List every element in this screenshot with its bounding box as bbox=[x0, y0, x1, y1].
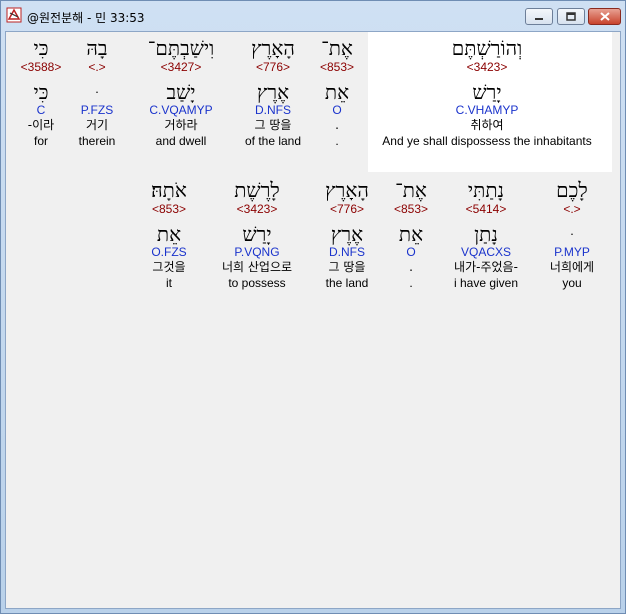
english-gloss: you bbox=[562, 276, 582, 290]
english-gloss: to possess bbox=[228, 276, 286, 290]
korean-gloss: 거하라 bbox=[164, 118, 198, 132]
parse-code: D.NFS bbox=[329, 245, 365, 259]
hebrew-word: כִּי bbox=[33, 36, 49, 60]
strong-number: <3423> bbox=[466, 60, 508, 74]
korean-gloss: . bbox=[335, 118, 339, 132]
hebrew-word: נָתַתִּי bbox=[467, 178, 505, 202]
korean-gloss: 내가-주었음- bbox=[454, 260, 518, 274]
word-0-3[interactable]: וִישַׁבְתֶּם־ <3427> יָשַׁב C.VQAMYP 거하라… bbox=[148, 36, 215, 149]
parse-code: P.FZS bbox=[80, 103, 114, 117]
word-0-1[interactable]: אֶת־ <853> אֵת O . . bbox=[320, 36, 354, 149]
parse-code: D.NFS bbox=[254, 103, 291, 117]
lemma: יָרַשׁ bbox=[472, 80, 502, 104]
hebrew-word: וִישַׁבְתֶּם־ bbox=[147, 36, 215, 60]
korean-gloss: 그 땅을 bbox=[328, 260, 366, 274]
parse-code: C bbox=[36, 103, 46, 117]
lemma: אֵת bbox=[398, 222, 424, 246]
strong-number: <.> bbox=[563, 202, 581, 216]
english-gloss: of the land bbox=[244, 134, 302, 148]
strong-number: <5414> bbox=[465, 202, 507, 216]
word-1-5[interactable]: אֹתָהּ׃ <853> אֵת O.FZS 그것을 it bbox=[151, 178, 187, 291]
hebrew-word: לָרֶשֶׁת bbox=[234, 178, 280, 202]
english-gloss: . bbox=[335, 134, 339, 148]
lemma: נָתַן bbox=[474, 222, 498, 246]
parse-code: O bbox=[332, 103, 342, 117]
english-gloss: it bbox=[165, 276, 172, 290]
title-bar[interactable]: @원전분해 - 민 33:53 bbox=[1, 1, 625, 31]
lemma: ּ bbox=[550, 223, 594, 245]
english-gloss: . bbox=[409, 276, 413, 290]
lemma: אֶרֶץ bbox=[256, 80, 290, 104]
lemma: ּ bbox=[79, 81, 116, 103]
lemma: אֶרֶץ bbox=[330, 222, 364, 246]
parse-code: VQACXS bbox=[460, 245, 512, 259]
lemma: אֵת bbox=[156, 222, 182, 246]
parse-code: P.VQNG bbox=[234, 245, 280, 259]
strong-number: <776> bbox=[329, 202, 365, 216]
english-gloss: And ye shall dispossess the inhabitants bbox=[382, 134, 592, 148]
hebrew-word: אֶת־ bbox=[395, 178, 427, 202]
korean-gloss: 거기 bbox=[85, 118, 109, 132]
word-0-4[interactable]: בָהּ <.> ּ P.FZS 거기 therein bbox=[79, 36, 116, 149]
korean-gloss: -이라 bbox=[27, 118, 55, 132]
parse-code: O bbox=[406, 245, 416, 259]
hebrew-word: בָהּ bbox=[86, 36, 108, 60]
lemma: אֵת bbox=[324, 80, 350, 104]
hebrew-word: וְהוֹרַשְׁתֶּם bbox=[451, 36, 523, 60]
close-icon bbox=[599, 12, 610, 21]
english-gloss: and dwell bbox=[155, 134, 207, 148]
lemma: יָרַשׁ bbox=[242, 222, 272, 246]
english-gloss: i have given bbox=[453, 276, 519, 290]
english-gloss: for bbox=[33, 134, 48, 148]
strong-number: <853> bbox=[319, 60, 355, 74]
lemma: יָשַׁב bbox=[166, 80, 196, 104]
korean-gloss: 너희에게 bbox=[549, 260, 595, 274]
maximize-icon bbox=[566, 12, 576, 21]
minimize-icon bbox=[535, 17, 543, 20]
parse-code: C.VQAMYP bbox=[149, 103, 213, 117]
lemma: כִּי bbox=[33, 80, 49, 104]
strong-number: <853> bbox=[151, 202, 187, 216]
word-1-0[interactable]: לָכֶם <.> ּ P.MYP 너희에게 you bbox=[550, 178, 594, 291]
bible-app-icon bbox=[6, 7, 22, 23]
word-1-1[interactable]: נָתַתִּי <5414> נָתַן VQACXS 내가-주었음- i h… bbox=[454, 178, 518, 291]
english-gloss: therein bbox=[78, 134, 116, 148]
korean-gloss: 너희 산업으로 bbox=[221, 260, 293, 274]
strong-number: <776> bbox=[255, 60, 291, 74]
parse-code: O.FZS bbox=[151, 245, 187, 259]
word-1-3[interactable]: הָאָרֶץ <776> אֶרֶץ D.NFS 그 땅을 the land bbox=[325, 178, 369, 291]
strong-number: <3427> bbox=[160, 60, 202, 74]
korean-gloss: 그 땅을 bbox=[254, 118, 292, 132]
hebrew-word: אֹתָהּ׃ bbox=[151, 178, 187, 202]
strong-number: <3588> bbox=[20, 60, 62, 74]
strong-number: <853> bbox=[393, 202, 429, 216]
window-title: @원전분해 - 민 33:53 bbox=[27, 11, 145, 25]
hebrew-word: לָכֶם bbox=[556, 178, 588, 202]
word-0-5[interactable]: כִּי <3588> כִּי C -이라 for bbox=[21, 36, 62, 149]
word-1-4[interactable]: לָרֶשֶׁת <3423> יָרַשׁ P.VQNG 너희 산업으로 to… bbox=[222, 178, 292, 291]
hebrew-word: אֶת־ bbox=[321, 36, 353, 60]
korean-gloss: . bbox=[409, 260, 413, 274]
strong-number: <.> bbox=[88, 60, 106, 74]
word-1-2[interactable]: אֶת־ <853> אֵת O . . bbox=[394, 178, 428, 291]
korean-gloss: 그것을 bbox=[152, 260, 186, 274]
maximize-button[interactable] bbox=[557, 8, 585, 25]
hebrew-word: הָאָרֶץ bbox=[325, 178, 369, 202]
interlinear-panel: וְהוֹרַשְׁתֶּם <3423> יָרַשׁ C.VHAMYP 취하… bbox=[5, 31, 621, 609]
word-0-2[interactable]: הָאָרֶץ <776> אֶרֶץ D.NFS 그 땅을 of the la… bbox=[245, 36, 301, 149]
word-0-0[interactable]: וְהוֹרַשְׁתֶּם <3423> יָרַשׁ C.VHAMYP 취하… bbox=[382, 36, 591, 149]
close-button[interactable] bbox=[588, 8, 621, 25]
minimize-button[interactable] bbox=[525, 8, 553, 25]
english-gloss: the land bbox=[325, 276, 369, 290]
korean-gloss: 취하여 bbox=[470, 118, 504, 132]
hebrew-word: הָאָרֶץ bbox=[251, 36, 295, 60]
parse-code: P.MYP bbox=[554, 245, 590, 259]
parse-code: C.VHAMYP bbox=[455, 103, 519, 117]
strong-number: <3423> bbox=[236, 202, 278, 216]
app-window: @원전분해 - 민 33:53 וְהוֹרַשְׁתֶּם <3423> יָ… bbox=[0, 0, 626, 614]
